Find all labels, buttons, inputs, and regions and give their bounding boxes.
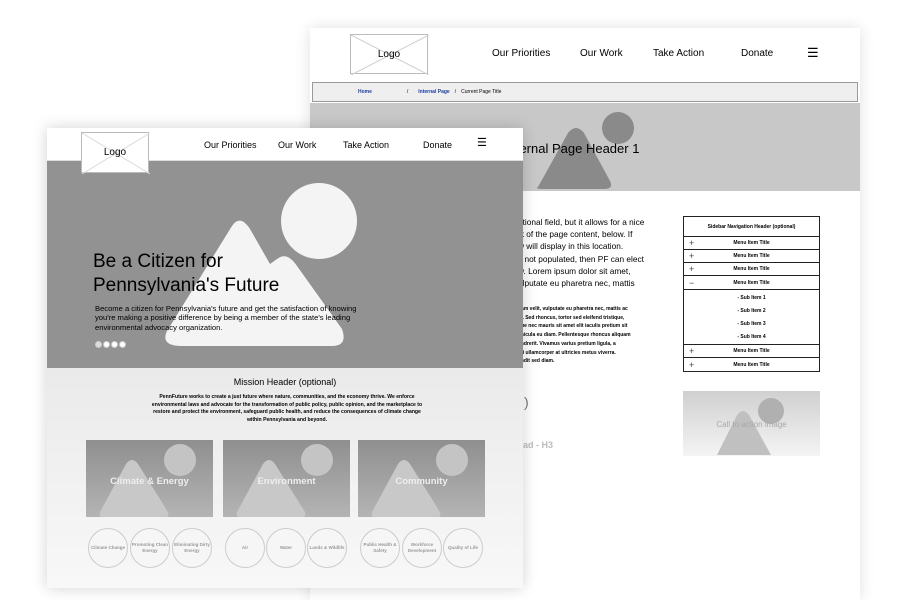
menu-item-title: Menu Item Title (733, 361, 770, 368)
body-text: uam velit, vulputate eu pharetra nec, ma… (518, 305, 631, 366)
body-line: ehicula eu diam. Pellentesque rhoncus al… (518, 332, 631, 339)
mission-header: Mission Header (optional) (233, 377, 337, 387)
subcategory-circle[interactable]: Water (266, 528, 306, 568)
logo-text: Logo (103, 147, 127, 158)
plus-icon: + (689, 238, 695, 248)
hero-title: Be a Citizen for Pennsylvania's Future (93, 250, 279, 298)
plus-icon: + (689, 346, 695, 356)
menu-item-title: Menu Item Title (733, 279, 770, 286)
sidebar-sub-item[interactable]: - Sub Item 2 (684, 304, 819, 317)
breadcrumb-separator: / (454, 89, 457, 95)
logo-text: Logo (377, 48, 401, 60)
nav-our-work[interactable]: Our Work (580, 48, 623, 59)
plus-icon: + (689, 264, 695, 274)
h3-header: ad - H3 (523, 440, 554, 450)
sidebar-navigation: Sidebar Navigation Header (optional) + Me… (683, 216, 820, 372)
minus-icon: − (689, 277, 695, 288)
intro-line: lk of the page content, below. If (518, 229, 633, 240)
sidebar-menu-item[interactable]: + Menu Item Title (684, 237, 819, 250)
nav-donate[interactable]: Donate (741, 48, 773, 59)
hero-title-line: Pennsylvania's Future (93, 275, 280, 296)
category-title: Climate & Energy (110, 476, 189, 487)
intro-line: w. Lorem ipsum dolor sit amet, (518, 265, 631, 276)
category-title: Environment (257, 476, 316, 487)
intro-line: ulputate eu pharetra nec, mattis (518, 278, 635, 289)
nav-our-work[interactable]: Our Work (278, 140, 316, 150)
sidebar-header: Sidebar Navigation Header (optional) (684, 217, 819, 237)
body-line: andit sed diam. (518, 358, 555, 365)
homepage-mockup: Be a Citizen for Pennsylvania's Future B… (47, 128, 523, 588)
category-title: Community (395, 476, 448, 487)
carousel-dot[interactable] (119, 341, 126, 348)
plus-icon: + (689, 251, 695, 261)
breadcrumb-internal[interactable]: Internal Page (418, 89, 449, 95)
nav-our-priorities[interactable]: Our Priorities (492, 48, 550, 59)
sidebar-menu-item[interactable]: + Menu Item Title (684, 263, 819, 276)
menu-item-title: Menu Item Title (733, 240, 770, 246)
hamburger-icon[interactable]: ☰ (807, 46, 819, 59)
cta-image[interactable]: Call to action image (683, 391, 820, 456)
body-line: uam velit, vulputate eu pharetra nec, ma… (518, 306, 628, 312)
nav-take-action[interactable]: Take Action (343, 140, 389, 150)
hero-banner: Be a Citizen for Pennsylvania's Future B… (47, 161, 523, 368)
carousel-dot[interactable] (95, 341, 102, 348)
menu-item-title: Menu Item Title (733, 253, 770, 259)
sidebar-menu-item[interactable]: + Menu Item Title (684, 345, 819, 358)
body-line: id. Sed rhoncus, tortor sed eleifend tri… (518, 314, 625, 321)
sidebar-menu-item[interactable]: + Menu Item Title (684, 250, 819, 263)
subcategory-circle[interactable]: Air (225, 528, 265, 568)
carousel-dot[interactable] (111, 341, 118, 348)
subcategory-circle[interactable]: Eliminating Dirty Energy (172, 528, 212, 568)
sidebar-sub-item[interactable]: - Sub Item 3 (684, 317, 819, 330)
menu-item-title: Menu Item Title (733, 266, 770, 272)
carousel-dots (95, 341, 127, 348)
sidebar-sub-item[interactable]: - Sub Item 4 (684, 330, 819, 343)
mission-text: PennFuture works to create a just future… (151, 394, 423, 423)
body-line: rci ullamcorper at ultricies metus viver… (518, 349, 616, 356)
carousel-dot[interactable] (103, 341, 110, 348)
intro-line: s not populated, then PF can elect (518, 253, 644, 264)
category-card[interactable]: Climate & Energy (86, 440, 213, 517)
category-card[interactable]: Environment (223, 440, 350, 517)
page-title: Internal Page Header 1 (505, 141, 640, 156)
nav-take-action[interactable]: Take Action (653, 48, 704, 59)
category-card[interactable]: Community (358, 440, 485, 517)
hero-text: Become a citizen for Pennsylvania's futu… (95, 304, 357, 332)
logo[interactable]: Logo (350, 34, 429, 75)
breadcrumb-home[interactable]: Home (358, 89, 372, 95)
breadcrumb-current: Current Page Title (461, 89, 502, 95)
breadcrumb: Home / Internal Page / Current Page Titl… (312, 82, 858, 102)
cta-label: Call to action image (716, 420, 787, 429)
sidebar-menu-item-expanded[interactable]: − Menu Item Title (684, 276, 819, 289)
subcategory-circle[interactable]: Lands & Wildlife (307, 528, 347, 568)
menu-item-title: Menu Item Title (733, 348, 770, 354)
nav-donate[interactable]: Donate (423, 140, 452, 150)
intro-line: otional field, but it allows for a nice (518, 217, 645, 227)
hero-title-line: Be a Citizen for (93, 251, 223, 272)
subcategory-circle[interactable]: Public Health & Safety (360, 528, 400, 568)
sidebar-sub-item[interactable]: - Sub Item 1 (684, 291, 819, 304)
logo[interactable]: Logo (81, 132, 150, 174)
intro-line: w will display in this location. (518, 241, 624, 252)
mission-section: Mission Header (optional) PennFuture wor… (47, 368, 523, 588)
body-line: gue nec mauris sit amet elit iaculis pre… (518, 323, 628, 330)
nav-our-priorities[interactable]: Our Priorities (204, 140, 257, 150)
hamburger-icon[interactable]: ☰ (477, 138, 487, 149)
intro-text: otional field, but it allows for a nice … (518, 216, 644, 289)
subcategory-circle[interactable]: Promoting Clean Energy (130, 528, 170, 568)
subcategory-circle[interactable]: Workforce Development (402, 528, 442, 568)
body-line: endrerit. Vivamus varius pretium ligula,… (518, 340, 616, 347)
subcategory-circle[interactable]: Climate Change (88, 528, 128, 568)
breadcrumb-separator: / (406, 89, 409, 95)
subcategory-circle[interactable]: Quality of Life (443, 528, 483, 568)
